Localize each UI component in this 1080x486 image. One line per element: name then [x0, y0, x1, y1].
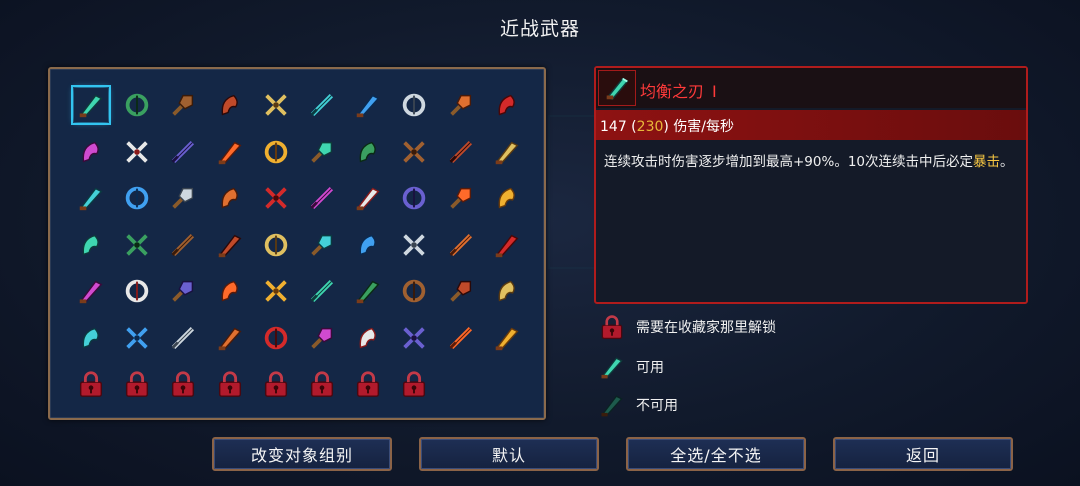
selected-weapon-icon [598, 70, 636, 106]
katana-icon[interactable] [351, 228, 385, 262]
dps-text: 147 (230) 伤害/每秒 [600, 119, 735, 135]
flame-sword-icon[interactable] [120, 88, 154, 122]
crossed-swords-icon[interactable] [259, 88, 293, 122]
description-end: 。 [1000, 154, 1014, 170]
lock-icon[interactable] [351, 367, 385, 401]
frost-axe-icon[interactable] [305, 88, 339, 122]
ice-trident-icon[interactable] [213, 135, 247, 169]
twin-daggers-icon[interactable] [397, 88, 431, 122]
purple-chakram-icon[interactable] [351, 135, 385, 169]
broadsword-icon[interactable] [444, 274, 478, 308]
lock-icon[interactable] [74, 367, 108, 401]
tombstone-icon[interactable] [397, 228, 431, 262]
lock-icon[interactable] [213, 367, 247, 401]
baseball-bat-icon[interactable] [120, 321, 154, 355]
golden-whip-icon[interactable] [351, 321, 385, 355]
dps-crit-value: 230 [636, 119, 664, 135]
golden-scepter-icon[interactable] [74, 321, 108, 355]
blade-dim-icon [596, 389, 628, 421]
blade-icon[interactable] [71, 85, 111, 125]
boot-icon[interactable] [444, 135, 478, 169]
ice-lance-icon[interactable] [120, 274, 154, 308]
purple-claw-icon[interactable] [120, 228, 154, 262]
greatsword-icon[interactable] [305, 321, 339, 355]
page-title: 近战武器 [499, 18, 580, 40]
legend-locked: 需要在收藏家那里解锁 [596, 311, 776, 343]
back-button[interactable]: 返回 [833, 437, 1013, 471]
default-button[interactable]: 默认 [419, 437, 599, 471]
purple-hook-icon[interactable] [444, 181, 478, 215]
cane-icon[interactable] [213, 228, 247, 262]
club-icon[interactable] [490, 228, 524, 262]
great-axe-icon[interactable] [397, 181, 431, 215]
rapier-icon[interactable] [259, 321, 293, 355]
frying-pan-icon[interactable] [490, 181, 524, 215]
weapon-name: 均衡之刃 I [640, 78, 717, 102]
golden-sword-icon[interactable] [120, 135, 154, 169]
weapon-detail-header: 均衡之刃 I [596, 68, 1026, 108]
whip-icon[interactable] [166, 181, 200, 215]
bone-icon[interactable] [213, 274, 247, 308]
golden-claw-icon[interactable] [120, 181, 154, 215]
golden-dagger-icon[interactable] [490, 274, 524, 308]
change-group-button[interactable]: 改变对象组别 [212, 437, 392, 471]
ice-staff-icon[interactable] [305, 228, 339, 262]
weapon-detail-panel: 均衡之刃 I 147 (230) 伤害/每秒 连续攻击时伤害逐步增加到最高+90%… [594, 66, 1028, 304]
hammer-icon[interactable] [490, 321, 524, 355]
pink-sword-icon[interactable] [213, 321, 247, 355]
dark-spear-icon[interactable] [351, 88, 385, 122]
shark-icon[interactable] [351, 274, 385, 308]
legend-unavailable-text: 不可用 [636, 398, 678, 414]
blue-sword-icon[interactable] [305, 181, 339, 215]
hook-icon[interactable] [305, 274, 339, 308]
spear-icon[interactable] [166, 274, 200, 308]
shadow-mask-icon[interactable] [166, 321, 200, 355]
weapon-description: 连续攻击时伤害逐步增加到最高+90%。10次连续击中后必定暴击。 [604, 150, 1020, 175]
purple-scythe-icon[interactable] [213, 181, 247, 215]
war-hammer-icon[interactable] [444, 228, 478, 262]
lock-icon[interactable] [397, 367, 431, 401]
meat-club-icon[interactable] [259, 228, 293, 262]
blade-icon [596, 351, 628, 383]
dps-value: 147 [600, 119, 627, 135]
crossed-blades-icon[interactable] [490, 88, 524, 122]
dps-label: 伤害/每秒 [673, 119, 735, 135]
cleaver-icon[interactable] [166, 88, 200, 122]
lute-icon[interactable] [166, 228, 200, 262]
dps-bar: 147 (230) 伤害/每秒 [596, 110, 1026, 140]
select-all-button[interactable]: 全选/全不选 [626, 437, 806, 471]
fire-shield-icon[interactable] [397, 135, 431, 169]
weapon-grid [48, 67, 546, 420]
sparkle-spear-icon[interactable] [305, 135, 339, 169]
weapon-tier: I [712, 82, 717, 101]
legend-locked-text: 需要在收藏家那里解锁 [636, 320, 776, 336]
twin-swords-icon[interactable] [351, 181, 385, 215]
red-claw-icon[interactable] [74, 181, 108, 215]
ice-rapier-icon[interactable] [166, 135, 200, 169]
weapon-name-text: 均衡之刃 [640, 82, 705, 101]
drill-icon[interactable] [444, 321, 478, 355]
lock-icon[interactable] [305, 367, 339, 401]
golden-broadsword-icon[interactable] [444, 88, 478, 122]
trident-icon[interactable] [259, 274, 293, 308]
lock-icon [596, 311, 628, 343]
legend-available-text: 可用 [636, 360, 664, 376]
crescent-icon[interactable] [397, 274, 431, 308]
description-keyword: 暴击 [973, 154, 1000, 170]
red-scythe-icon[interactable] [213, 88, 247, 122]
legend-unavailable: 不可用 [596, 389, 678, 421]
lock-icon[interactable] [166, 367, 200, 401]
crossbow-icon[interactable] [397, 321, 431, 355]
crossed-swords-icon[interactable] [259, 135, 293, 169]
fire-fist-icon[interactable] [259, 181, 293, 215]
description-text: 连续攻击时伤害逐步增加到最高+90%。10次连续击中后必定 [604, 154, 973, 170]
legend-available: 可用 [596, 351, 664, 383]
cards-icon[interactable] [74, 228, 108, 262]
crossed-axes-icon[interactable] [74, 274, 108, 308]
boot-icon[interactable] [490, 135, 524, 169]
war-axe-icon[interactable] [74, 135, 108, 169]
lock-icon[interactable] [120, 367, 154, 401]
lock-icon[interactable] [259, 367, 293, 401]
